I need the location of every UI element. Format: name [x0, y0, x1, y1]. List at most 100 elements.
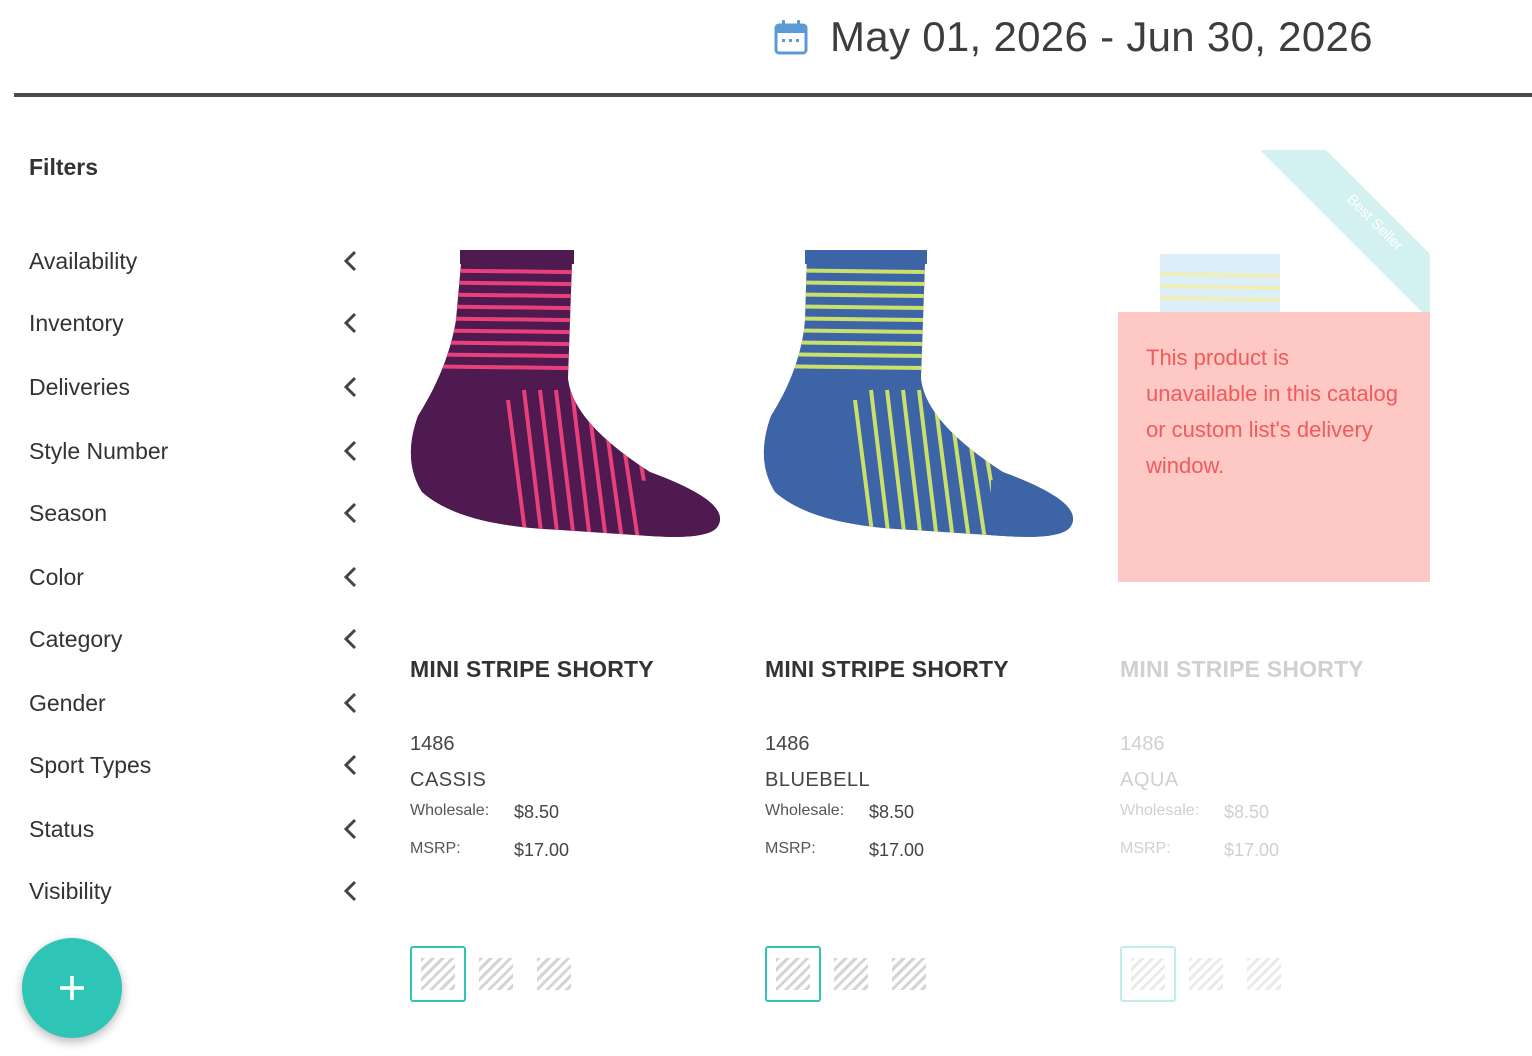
color-swatches	[1120, 946, 1294, 1002]
color-swatches	[410, 946, 584, 1002]
filter-availability[interactable]: Availability	[29, 239, 361, 283]
color-swatch[interactable]	[823, 946, 879, 1002]
color-swatch[interactable]	[765, 946, 821, 1002]
product-card[interactable]: MINI STRIPE SHORTY 1486 CASSIS Wholesale…	[400, 150, 721, 1030]
msrp-label: MSRP:	[765, 840, 816, 857]
product-image[interactable]	[755, 240, 1085, 550]
color-swatch[interactable]	[526, 946, 582, 1002]
color-name: CASSIS	[410, 769, 487, 791]
filter-label: Status	[29, 815, 95, 842]
style-number: 1486	[765, 733, 810, 755]
swatch-placeholder-icon	[479, 958, 513, 990]
filter-status[interactable]: Status	[29, 807, 361, 851]
msrp-label: MSRP:	[410, 840, 461, 857]
best-seller-badge: Best Seller	[1260, 150, 1430, 320]
wholesale-price: $8.50	[869, 802, 915, 822]
filter-label: Season	[29, 499, 108, 526]
sock-image	[410, 250, 721, 537]
wholesale-label: Wholesale:	[765, 802, 845, 819]
swatch-placeholder-icon	[1131, 958, 1165, 990]
filter-season[interactable]: Season	[29, 491, 361, 535]
chevron-left-icon	[343, 628, 357, 650]
filter-visibility[interactable]: Visibility	[29, 869, 361, 913]
sock-image	[763, 250, 1074, 537]
style-number: 1486	[410, 733, 455, 755]
chevron-left-icon	[343, 754, 357, 776]
swatch-placeholder-icon	[892, 958, 926, 990]
msrp-row: MSRP: $17.00	[410, 840, 569, 861]
swatch-placeholder-icon	[1189, 958, 1223, 990]
chevron-left-icon	[343, 376, 357, 398]
filter-deliveries[interactable]: Deliveries	[29, 365, 361, 409]
filters-title: Filters	[29, 154, 99, 180]
filter-label: Style Number	[29, 437, 169, 464]
filter-label: Inventory	[29, 309, 124, 336]
product-card-unavailable[interactable]: Best Seller This product is unavailable …	[1110, 150, 1430, 1030]
msrp-price: $17.00	[869, 840, 925, 860]
color-swatch[interactable]	[881, 946, 937, 1002]
wholesale-label: Wholesale:	[1120, 802, 1200, 819]
filter-label: Availability	[29, 247, 138, 274]
filter-category[interactable]: Category	[29, 617, 361, 661]
product-name[interactable]: MINI STRIPE SHORTY	[410, 656, 654, 683]
wholesale-row: Wholesale: $8.50	[1120, 802, 1269, 823]
product-image[interactable]	[400, 240, 730, 550]
date-range-text: May 01, 2026 - Jun 30, 2026	[830, 13, 1373, 60]
chevron-left-icon	[343, 440, 357, 462]
wholesale-price: $8.50	[1224, 802, 1270, 822]
chevron-left-icon	[343, 818, 357, 840]
filter-color[interactable]: Color	[29, 555, 361, 599]
color-name: AQUA	[1120, 769, 1179, 791]
filter-label: Sport Types	[29, 751, 152, 778]
date-range-picker[interactable]: May 01, 2026 - Jun 30, 2026	[774, 10, 1373, 64]
chevron-left-icon	[343, 312, 357, 334]
chevron-left-icon	[343, 250, 357, 272]
ribbon-shape: Best Seller	[1260, 150, 1430, 320]
wholesale-price: $8.50	[514, 802, 560, 822]
filter-label: Category	[29, 625, 123, 652]
header: May 01, 2026 - Jun 30, 2026	[0, 0, 1532, 98]
product-card[interactable]: MINI STRIPE SHORTY 1486 BLUEBELL Wholesa…	[755, 150, 1075, 1030]
filter-label: Color	[29, 563, 84, 590]
color-swatch[interactable]	[468, 946, 524, 1002]
unavailable-message: This product is unavailable in this cata…	[1146, 345, 1398, 478]
add-button[interactable]	[22, 938, 122, 1038]
msrp-row: MSRP: $17.00	[765, 840, 924, 861]
filter-inventory[interactable]: Inventory	[29, 301, 361, 345]
wholesale-row: Wholesale: $8.50	[765, 802, 914, 823]
wholesale-label: Wholesale:	[410, 802, 490, 819]
msrp-price: $17.00	[1224, 840, 1280, 860]
style-number: 1486	[1120, 733, 1165, 755]
msrp-price: $17.00	[514, 840, 570, 860]
filter-sport-types[interactable]: Sport Types	[29, 743, 361, 787]
unavailable-notice: This product is unavailable in this cata…	[1118, 312, 1430, 582]
color-swatch[interactable]	[1120, 946, 1176, 1002]
msrp-label: MSRP:	[1120, 840, 1171, 857]
filter-gender[interactable]: Gender	[29, 681, 361, 725]
plus-icon	[60, 976, 84, 1000]
chevron-left-icon	[343, 692, 357, 714]
filter-style-number[interactable]: Style Number	[29, 429, 361, 473]
chevron-left-icon	[343, 566, 357, 588]
header-divider	[14, 93, 1532, 97]
filter-label: Deliveries	[29, 373, 130, 400]
swatch-placeholder-icon	[776, 958, 810, 990]
filters-sidebar: Filters Availability Inventory Deliverie…	[0, 98, 380, 1056]
color-swatch[interactable]	[1236, 946, 1292, 1002]
filter-label: Visibility	[29, 877, 112, 904]
filter-label: Gender	[29, 689, 106, 716]
swatch-placeholder-icon	[421, 958, 455, 990]
swatch-placeholder-icon	[537, 958, 571, 990]
chevron-left-icon	[343, 880, 357, 902]
calendar-icon	[774, 20, 808, 55]
color-swatches	[765, 946, 939, 1002]
chevron-left-icon	[343, 502, 357, 524]
product-name[interactable]: MINI STRIPE SHORTY	[765, 656, 1009, 683]
color-swatch[interactable]	[1178, 946, 1234, 1002]
swatch-placeholder-icon	[834, 958, 868, 990]
msrp-row: MSRP: $17.00	[1120, 840, 1279, 861]
product-name[interactable]: MINI STRIPE SHORTY	[1120, 656, 1364, 683]
color-swatch[interactable]	[410, 946, 466, 1002]
swatch-placeholder-icon	[1247, 958, 1281, 990]
wholesale-row: Wholesale: $8.50	[410, 802, 559, 823]
